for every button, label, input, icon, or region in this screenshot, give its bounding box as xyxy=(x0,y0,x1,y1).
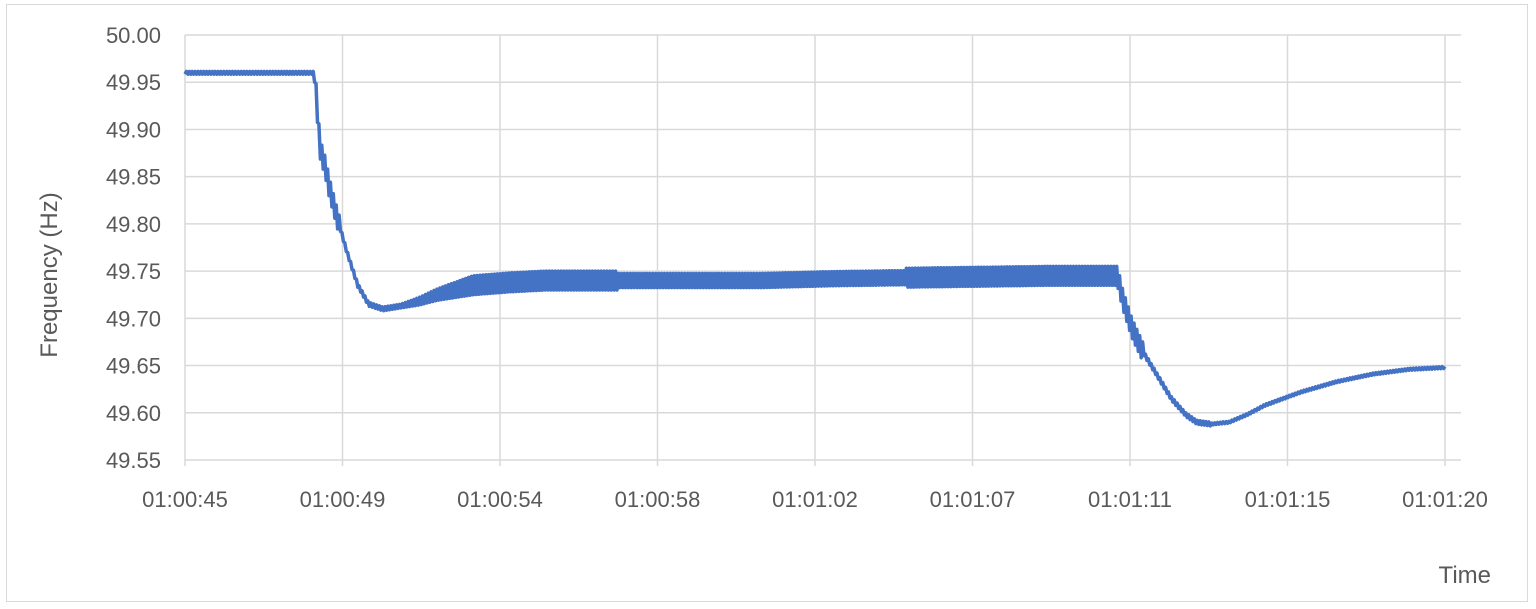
x-tick-label: 01:01:20 xyxy=(1402,487,1488,512)
y-tick-label: 49.85 xyxy=(106,165,161,190)
frequency-line-chart: 49.55 49.60 49.65 49.70 49.75 49.80 49.85 49.90… xyxy=(36,23,1491,589)
y-tick-label: 49.60 xyxy=(106,401,161,426)
x-tick-label: 01:01:07 xyxy=(930,487,1016,512)
y-axis-ticks: 49.55 49.60 49.65 49.70 49.75 49.80 49.85 49.90… xyxy=(106,23,161,473)
x-tick-label: 01:01:02 xyxy=(772,487,858,512)
y-tick-label: 49.90 xyxy=(106,117,161,142)
x-tick-label: 01:00:58 xyxy=(615,487,701,512)
x-axis-ticks: 01:00:45 01:00:49 01:00:54 01:00:58 01:01:02… xyxy=(142,487,1488,512)
x-tick-label: 01:01:15 xyxy=(1245,487,1331,512)
y-tick-label: 49.55 xyxy=(106,448,161,473)
y-tick-label: 49.80 xyxy=(106,212,161,237)
chart-frame: 49.55 49.60 49.65 49.70 49.75 49.80 49.85 49.90… xyxy=(6,4,1528,602)
x-tick-label: 01:00:45 xyxy=(142,487,228,512)
x-tick-label: 01:00:54 xyxy=(457,487,543,512)
x-axis-title: Time xyxy=(1439,562,1491,589)
y-axis-title: Frequency (Hz) xyxy=(36,192,63,357)
y-tick-label: 50.00 xyxy=(106,23,161,48)
x-tick-label: 01:00:49 xyxy=(300,487,386,512)
y-tick-label: 49.65 xyxy=(106,354,161,379)
y-tick-label: 49.95 xyxy=(106,70,161,95)
y-tick-label: 49.70 xyxy=(106,306,161,331)
x-tick-label: 01:01:11 xyxy=(1088,487,1172,512)
y-tick-label: 49.75 xyxy=(106,259,161,284)
